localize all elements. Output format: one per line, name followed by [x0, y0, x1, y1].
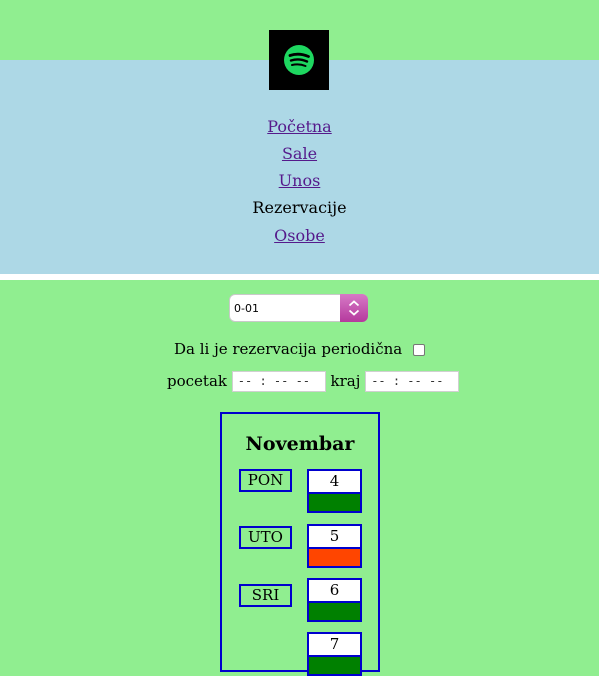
nav-link-osobe[interactable]: Osobe — [274, 226, 325, 245]
start-label: pocetak — [167, 372, 227, 390]
time-row: pocetak -- : -- -- kraj -- : -- -- — [167, 369, 460, 393]
select-chevron-icon[interactable] — [340, 294, 368, 322]
periodic-label: Da li je rezervacija periodična — [173, 340, 403, 358]
day-cell[interactable]: 6 — [307, 578, 362, 622]
nav-item-osobe[interactable]: Osobe — [0, 226, 599, 246]
nav-link-pocetna[interactable]: Početna — [267, 117, 331, 136]
day-number: 5 — [329, 527, 340, 545]
nav-link-unos[interactable]: Unos — [279, 171, 321, 190]
day-label-pon: PON — [239, 469, 292, 492]
spotify-logo-icon — [284, 45, 314, 75]
day-cell[interactable]: 4 — [307, 469, 362, 513]
day-status-bar — [309, 492, 360, 511]
nav-item-rezervacije: Rezervacije — [0, 198, 599, 218]
nav-current-rezervacije: Rezervacije — [252, 198, 347, 217]
day-cell[interactable]: 5 — [307, 524, 362, 568]
reservation-form: 0-01 Da li je rezervacija periodična poc… — [0, 280, 599, 676]
calendar-month: Novembar — [245, 433, 355, 455]
end-time-input[interactable]: -- : -- -- — [365, 370, 460, 392]
nav-item-sale[interactable]: Sale — [0, 144, 599, 164]
start-time-input[interactable]: -- : -- -- — [231, 370, 326, 392]
day-status-bar — [309, 601, 360, 620]
calendar: Novembar PON 4 UTO 5 SRI 6 7 — [220, 412, 380, 676]
day-number: 4 — [329, 472, 340, 490]
nav-item-unos[interactable]: Unos — [0, 171, 599, 191]
day-label-sri: SRI — [239, 584, 292, 607]
nav-link-sale[interactable]: Sale — [282, 144, 317, 163]
day-label-uto: UTO — [239, 526, 292, 549]
main-nav: Početna Sale Unos Rezervacije Osobe — [0, 60, 599, 274]
day-number: 7 — [329, 635, 340, 653]
hall-select-value: 0-01 — [234, 302, 259, 315]
periodic-row: Da li je rezervacija periodična — [0, 340, 599, 358]
end-label: kraj — [330, 372, 361, 390]
day-status-bar — [309, 547, 360, 566]
periodic-checkbox[interactable] — [413, 344, 426, 356]
nav-item-pocetna[interactable]: Početna — [0, 117, 599, 137]
hall-select[interactable]: 0-01 — [229, 294, 368, 322]
day-cell[interactable]: 7 — [307, 632, 362, 676]
day-status-bar — [309, 655, 360, 674]
logo[interactable] — [269, 30, 329, 90]
day-number: 6 — [329, 581, 340, 599]
